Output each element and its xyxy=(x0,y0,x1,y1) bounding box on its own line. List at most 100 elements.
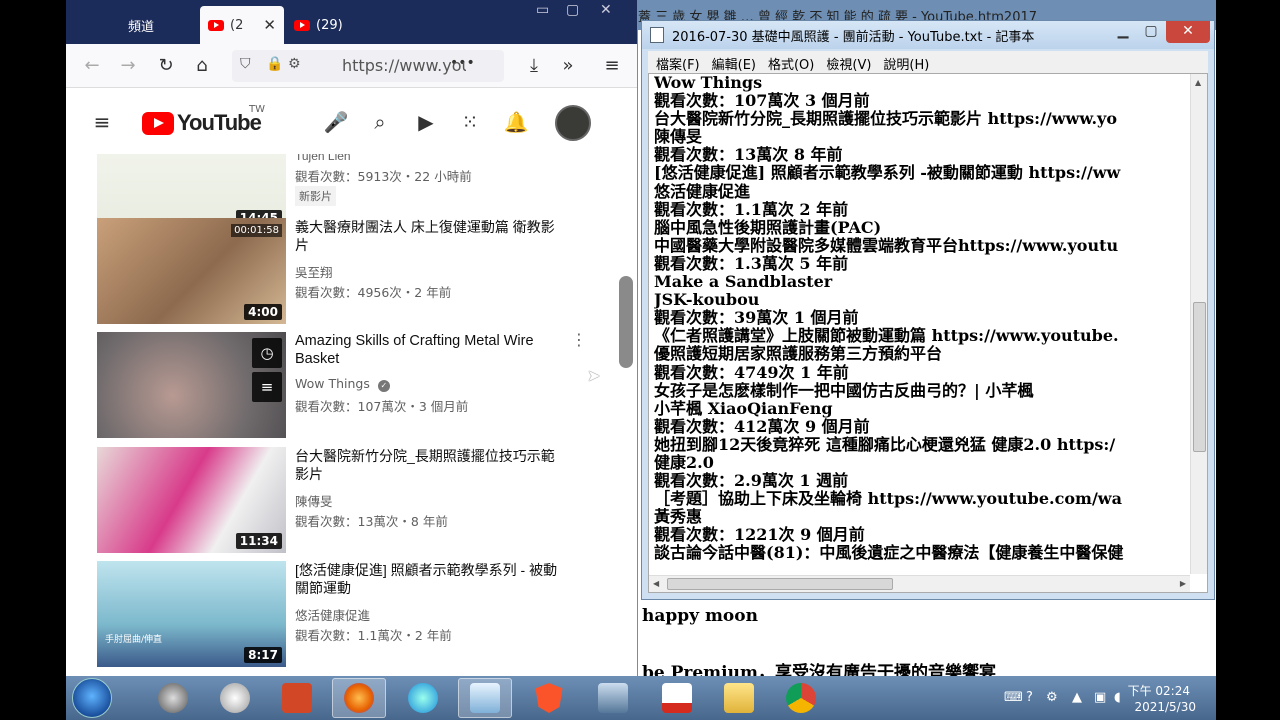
text-line: 談古論今話中醫(81)：中風後遺症之中醫療法【健康養生中醫保健 xyxy=(654,543,1124,563)
text-line: 《仁者照護講堂》上肢關節被動運動篇 https://www.youtube. xyxy=(654,326,1119,346)
maximize-icon[interactable]: ▢ xyxy=(1138,21,1164,43)
settings-taskbar-icon[interactable] xyxy=(208,678,262,718)
menu-help[interactable]: 說明(H) xyxy=(883,54,929,73)
microphone-icon[interactable]: 🎤 xyxy=(322,108,350,136)
menu-view[interactable]: 檢視(V) xyxy=(826,54,871,73)
add-to-queue-icon[interactable]: ≡ xyxy=(252,372,282,402)
menu-file[interactable]: 檔案(F) xyxy=(656,54,700,73)
menu-icon[interactable]: ≡ xyxy=(600,54,624,78)
brave-taskbar-icon[interactable] xyxy=(522,678,576,718)
powerpoint-taskbar-icon[interactable] xyxy=(270,678,324,718)
close-window-icon[interactable]: ✕ xyxy=(600,2,612,18)
video-title[interactable]: Amazing Skills of Crafting Metal Wire Ba… xyxy=(295,332,565,368)
watch-later-icon[interactable]: ◷ xyxy=(252,338,282,368)
tab-youtube-active[interactable]: (2 ✕ xyxy=(200,6,284,44)
notepad-window: 2016-07-30 基礎中風照護 - 團前活動 - YouTube.txt -… xyxy=(641,20,1215,600)
text-line: [悠活健康促進] 照顧者示範教學系列 -被動關節運動 https://ww xyxy=(654,163,1121,183)
permissions-icon[interactable]: ⚙ xyxy=(288,56,301,72)
apps-icon[interactable]: ⁙ xyxy=(456,108,484,136)
lock-icon[interactable]: 🔒 xyxy=(266,56,283,72)
search-icon[interactable]: ⌕ xyxy=(366,108,394,136)
clock-date[interactable]: 2021/5/30 xyxy=(1134,700,1196,714)
internet-explorer-taskbar-icon[interactable] xyxy=(396,678,450,718)
minimize-icon[interactable]: ▁ xyxy=(1110,21,1136,43)
notepad-menubar: 檔案(F) 編輯(E) 格式(O) 檢視(V) 說明(H) xyxy=(648,51,1208,73)
overflow-icon[interactable]: » xyxy=(556,54,580,78)
close-window-icon[interactable]: ✕ xyxy=(1166,21,1210,43)
create-video-icon[interactable]: ▶ xyxy=(412,108,440,136)
tab-label: (2 xyxy=(230,17,244,33)
scroll-up-icon[interactable]: ▲ xyxy=(1195,78,1201,87)
notepad-text-area[interactable]: Wow Things 觀看次數：107萬次 3 個月前 台大醫院新竹分院_長期照… xyxy=(648,73,1208,593)
list-item[interactable]: 11:34 台大醫院新竹分院_長期照護擺位技巧示範影片 陳傳旻 觀看次數：13萬… xyxy=(97,447,587,555)
text-line: 黃秀惠 xyxy=(654,507,703,527)
notepad-title-bar[interactable]: 2016-07-30 基礎中風照護 - 團前活動 - YouTube.txt -… xyxy=(642,21,1214,49)
url-text[interactable]: https://www.you xyxy=(342,56,466,75)
video-title[interactable]: 義大醫療財團法人 床上復健運動篇 衛教影片 xyxy=(295,218,565,254)
menu-edit[interactable]: 編輯(E) xyxy=(712,54,756,73)
chrome-taskbar-icon[interactable] xyxy=(774,678,828,718)
show-hidden-icons-icon[interactable]: ▲ xyxy=(1072,690,1082,705)
video-title[interactable]: Tujen Lien xyxy=(295,154,565,165)
thumbnail-caption: 手肘屈曲/伸直 xyxy=(105,635,163,645)
input-method-icon[interactable]: ⌨ xyxy=(1004,690,1023,705)
video-title[interactable]: 台大醫院新竹分院_長期照護擺位技巧示範影片 xyxy=(295,447,565,483)
tab-youtube-notifications[interactable]: (29) xyxy=(286,6,370,44)
video-thumbnail[interactable]: ◷ ≡ xyxy=(97,332,286,438)
pdf-taskbar-icon[interactable] xyxy=(650,678,704,718)
video-title[interactable]: [悠活健康促進] 照顧者示範教學系列 - 被動關節運動 xyxy=(295,561,565,597)
page-scrollbar[interactable] xyxy=(619,276,633,368)
list-item[interactable]: 00:01:58 4:00 義大醫療財團法人 床上復健運動篇 衛教影片 吳至翔 … xyxy=(97,218,587,326)
downloads-icon[interactable]: ⤓ xyxy=(522,54,546,78)
home-icon[interactable]: ⌂ xyxy=(190,54,214,78)
horizontal-scroll-thumb[interactable] xyxy=(667,578,893,590)
media-player-taskbar-icon[interactable] xyxy=(146,678,200,718)
close-tab-icon[interactable]: ✕ xyxy=(263,16,276,34)
scroll-left-icon[interactable]: ◀ xyxy=(653,579,659,588)
network-tray-icon[interactable]: ▣ xyxy=(1094,690,1106,705)
clock-time[interactable]: 下午 02:24 xyxy=(1128,682,1190,699)
tab-channels[interactable]: 頻道 xyxy=(120,6,200,44)
channel-name[interactable]: 吳至翔 xyxy=(295,262,333,281)
help-icon[interactable]: ? xyxy=(1026,690,1033,705)
network-taskbar-icon[interactable] xyxy=(586,678,640,718)
notepad-taskbar-icon[interactable] xyxy=(458,678,512,718)
back-icon[interactable]: ← xyxy=(80,54,104,78)
video-thumbnail[interactable]: 00:01:58 4:00 xyxy=(97,218,286,324)
video-thumbnail[interactable]: 11:34 xyxy=(97,447,286,553)
volume-icon[interactable]: ◖ xyxy=(1114,690,1121,705)
text-line: Make a Sandblaster xyxy=(654,272,833,292)
channel-row[interactable]: Wow Things ✓ xyxy=(295,376,390,392)
horizontal-scrollbar[interactable]: ◀ ▶ xyxy=(649,575,1190,592)
start-button[interactable] xyxy=(72,678,112,718)
text-line: 中國醫藥大學附設醫院多媒體雲端教育平台https://www.youtu xyxy=(654,235,1119,255)
reload-icon[interactable]: ↻ xyxy=(154,54,178,78)
forward-icon[interactable]: → xyxy=(116,54,140,78)
minimize-icon[interactable]: ▭ xyxy=(536,2,549,18)
shield-icon[interactable]: ⛉ xyxy=(240,56,251,72)
text-line: 她扭到腳12天後竟猝死 這種腳痛比心梗還兇猛 健康2.0 https:/ xyxy=(654,434,1116,454)
channel-name[interactable]: 陳傳旻 xyxy=(295,491,333,510)
duration-badge: 8:17 xyxy=(244,647,282,663)
video-thumbnail[interactable]: 手肘屈曲/伸直 8:17 xyxy=(97,561,286,667)
notepad-content[interactable]: Wow Things 觀看次數：107萬次 3 個月前 台大醫院新竹分院_長期照… xyxy=(654,74,1194,572)
scroll-right-icon[interactable]: ▶ xyxy=(1180,579,1186,588)
avatar[interactable] xyxy=(555,105,591,141)
youtube-logo[interactable]: YouTube TW xyxy=(142,104,265,136)
menu-format[interactable]: 格式(O) xyxy=(768,54,814,73)
list-item[interactable]: ◷ ≡ Amazing Skills of Crafting Metal Wir… xyxy=(97,332,587,440)
new-video-badge: 新影片 xyxy=(295,186,336,206)
vertical-scroll-thumb[interactable] xyxy=(1193,302,1206,452)
video-meta: 觀看次數：13萬次・8 年前 xyxy=(295,514,448,529)
channel-name[interactable]: 悠活健康促進 xyxy=(295,605,370,624)
channel-name[interactable]: Wow Things xyxy=(295,376,370,391)
more-actions-icon[interactable]: ⋮ xyxy=(571,332,587,348)
notifications-bell-icon[interactable]: 🔔 xyxy=(502,108,530,136)
firefox-taskbar-icon[interactable] xyxy=(332,678,386,718)
settings-tray-icon[interactable]: ⚙ xyxy=(1046,690,1058,705)
maximize-icon[interactable]: ▢ xyxy=(566,2,579,18)
vertical-scrollbar[interactable]: ▲ xyxy=(1190,74,1207,574)
folder-taskbar-icon[interactable] xyxy=(712,678,766,718)
hamburger-menu-icon[interactable]: ≡ xyxy=(88,108,116,136)
list-item[interactable]: 手肘屈曲/伸直 8:17 [悠活健康促進] 照顧者示範教學系列 - 被動關節運動… xyxy=(97,561,587,669)
